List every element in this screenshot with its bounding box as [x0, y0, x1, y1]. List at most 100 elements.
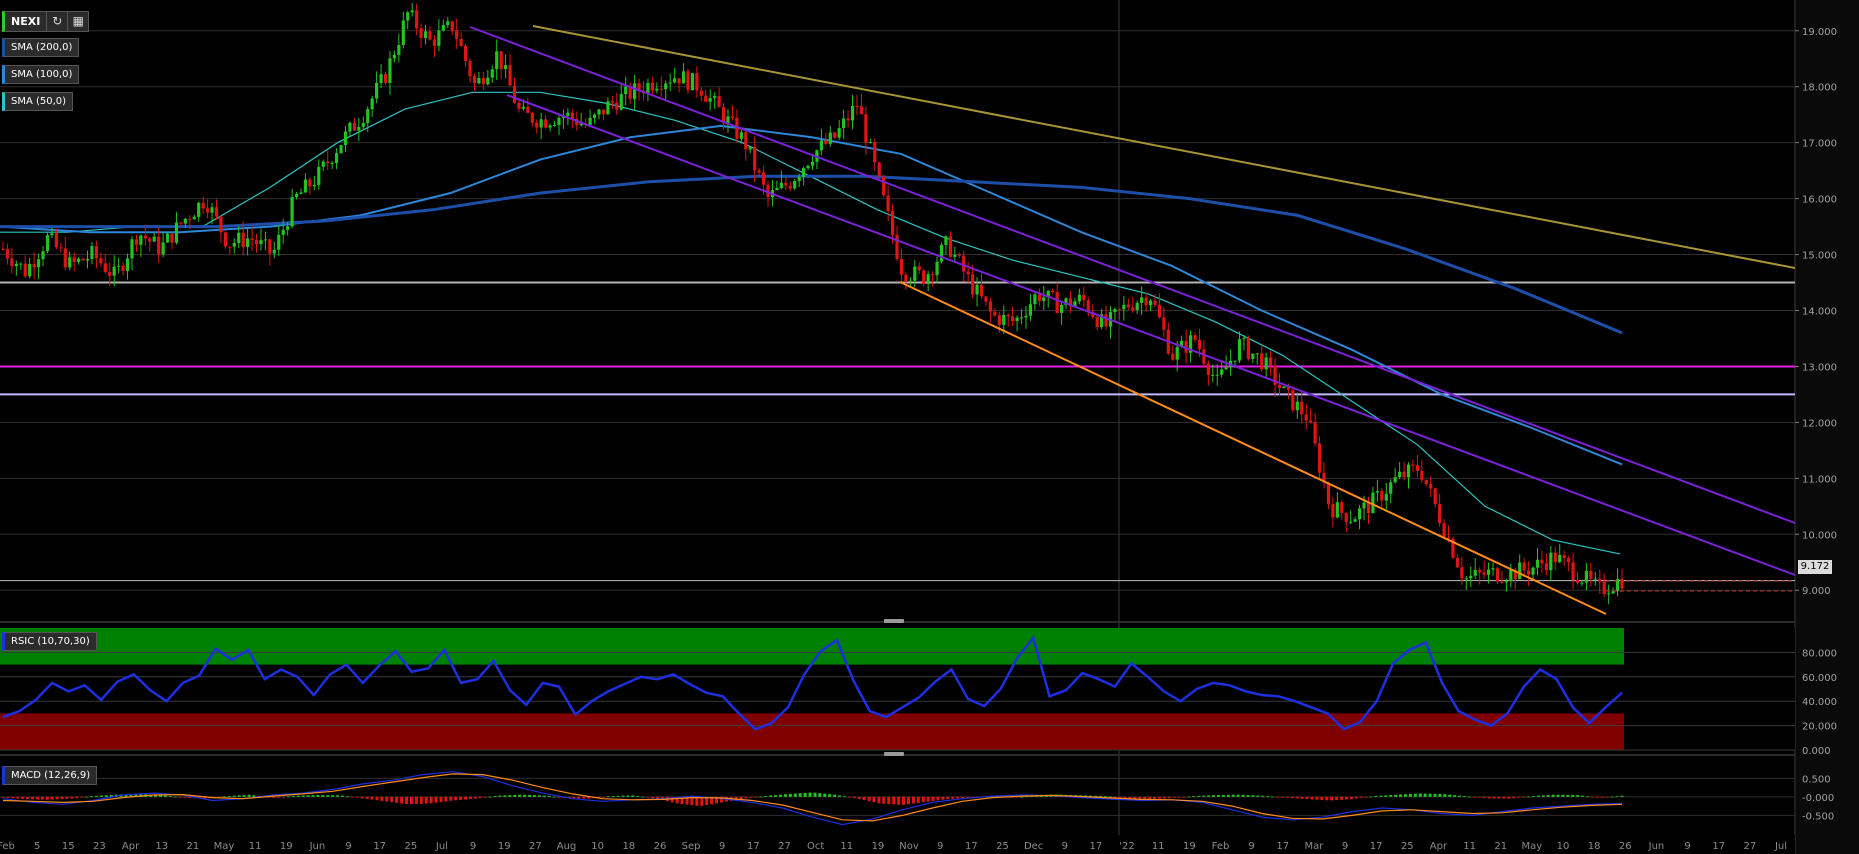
candle-body-356	[1584, 570, 1589, 583]
candle-body-50	[223, 232, 227, 247]
refresh-icon[interactable]: ↻	[47, 11, 69, 32]
candle-body-202	[899, 258, 904, 275]
macd-histogram-bar-308	[1517, 796, 1521, 798]
macd-histogram-bar-49	[242, 795, 246, 797]
chart-canvas[interactable]: Feb 5 15 23 Apr 13 21 May 11 19 Jun 9 17 25 Jul 9 19 27 Au…	[0, 0, 1859, 854]
macd-histogram-bar-277	[1364, 796, 1368, 798]
candle-body-197	[877, 162, 881, 177]
macd-histogram-bar-267	[1315, 796, 1319, 800]
macd-histogram-bar-58	[286, 796, 290, 798]
macd-histogram-bar-285	[1403, 794, 1407, 797]
macd-histogram-bar-180	[887, 796, 891, 805]
macd-histogram-bar-194	[956, 796, 960, 799]
candle-body-31	[139, 235, 143, 245]
macd-histogram-bar-15	[75, 796, 79, 798]
date-tick-label-24: 17	[747, 841, 760, 852]
ticker-symbol[interactable]: NEXI	[2, 11, 48, 32]
macd-histogram-bar-317	[1561, 794, 1565, 797]
candle-body-198	[882, 176, 886, 196]
candle-198	[882, 174, 886, 197]
legend-rsi[interactable]: RSIC (10,70,30)	[2, 632, 97, 651]
candle-body-75	[334, 153, 339, 163]
legend-sma50[interactable]: SMA (50,0)	[2, 92, 74, 111]
candle-body-145	[646, 82, 650, 94]
candle-body-195	[868, 141, 872, 143]
candle-body-142	[632, 83, 637, 99]
candle-body-70	[312, 184, 316, 187]
candle-body-352	[1567, 557, 1571, 563]
candle-body-222	[988, 301, 993, 312]
candle-body-14	[63, 248, 67, 268]
candle-body-220	[979, 284, 984, 297]
candle-body-86	[383, 74, 388, 83]
macd-histogram-bar-159	[783, 794, 787, 797]
macd-histogram-bar-271	[1335, 796, 1339, 801]
candle-body-310	[1380, 491, 1384, 501]
candle-body-107	[477, 78, 481, 84]
macd-histogram-bar-97	[478, 796, 482, 799]
macd-histogram-bar-91	[449, 796, 453, 801]
date-tick-label-10: Jun	[309, 841, 326, 852]
calendar-icon[interactable]: ▦	[68, 11, 90, 32]
candle-body-182	[810, 161, 815, 166]
candle-body-299	[1331, 504, 1335, 518]
macd-histogram-bar-110	[542, 795, 546, 797]
macd-histogram-bar-329	[1620, 795, 1624, 797]
candle-211	[939, 242, 944, 264]
panel-resize-handle-1[interactable]	[884, 619, 904, 623]
price-tick-label-3: 12.000	[1802, 418, 1837, 429]
candle-body-73	[326, 161, 330, 164]
macd-histogram-bar-118	[582, 796, 586, 799]
candle-body-344	[1531, 567, 1535, 575]
macd-histogram-bar-55	[272, 796, 276, 798]
legend-sma200[interactable]: SMA (200,0)	[2, 38, 80, 57]
macd-histogram-bar-82	[405, 796, 409, 805]
candle-body-171	[761, 172, 766, 185]
legend-sma100[interactable]: SMA (100,0)	[2, 65, 80, 84]
date-tick-label-37: 11	[1152, 841, 1165, 852]
date-tick-label-19: 10	[591, 841, 604, 852]
candle-body-44	[197, 202, 201, 217]
candle-body-252	[1122, 304, 1126, 310]
candle-body-324	[1442, 523, 1446, 538]
date-tick-label-16: 19	[498, 841, 511, 852]
macd-histogram-bar-230	[1133, 796, 1137, 799]
macd-histogram-bar-325	[1600, 796, 1604, 798]
macd-histogram-bar-250	[1231, 794, 1235, 797]
candle-body-110	[490, 69, 494, 78]
candle-body-28	[125, 258, 130, 272]
date-tick-label-0: Feb	[0, 841, 15, 852]
panel-resize-handle-2[interactable]	[884, 752, 904, 756]
macd-histogram-bar-86	[424, 796, 428, 804]
macd-histogram-bar-181	[892, 796, 896, 805]
candle-body-328	[1460, 567, 1464, 579]
macd-histogram-bar-151	[744, 796, 748, 799]
macd-histogram-bar-7	[35, 796, 39, 800]
candle-body-259	[1153, 300, 1157, 305]
candle-body-140	[624, 86, 628, 95]
date-tick-label-51: 18	[1588, 841, 1601, 852]
macd-histogram-bar-5	[26, 796, 30, 800]
macd-histogram-bar-131	[646, 796, 650, 798]
legend-rsi-label: RSIC (10,70,30)	[11, 636, 90, 647]
candle-body-82	[366, 109, 370, 124]
candle-body-261	[1162, 317, 1166, 330]
candle-body-115	[512, 85, 517, 103]
candle-body-218	[971, 274, 975, 295]
candle-body-278	[1237, 339, 1242, 361]
date-tick-label-28: 19	[872, 841, 885, 852]
macd-histogram-bar-255	[1256, 795, 1260, 797]
candle-body-251	[1117, 309, 1121, 311]
candle-body-281	[1251, 353, 1255, 359]
legend-macd[interactable]: MACD (12,26,9)	[2, 766, 98, 785]
macd-histogram-bar-244	[1202, 795, 1206, 797]
candle-body-269	[1197, 339, 1202, 350]
macd-histogram-bar-175	[862, 796, 866, 801]
macd-histogram-bar-150	[739, 796, 743, 800]
date-tick-label-43: 9	[1342, 841, 1348, 852]
candle-body-354	[1575, 579, 1580, 583]
macd-histogram-bar-251	[1236, 794, 1240, 797]
macd-histogram-bar-123	[606, 796, 610, 798]
candle-body-93	[415, 10, 419, 29]
candle-body-117	[521, 106, 525, 109]
